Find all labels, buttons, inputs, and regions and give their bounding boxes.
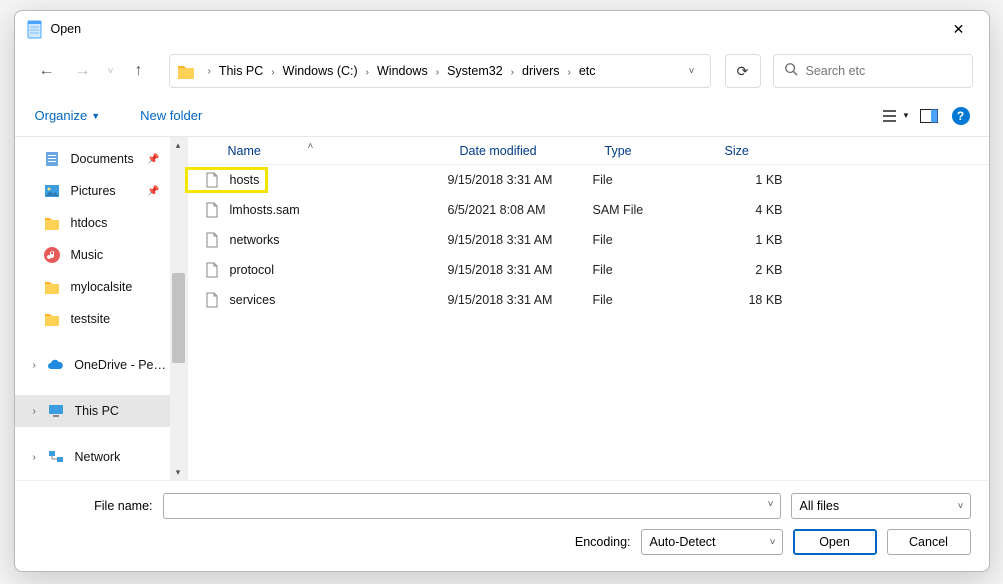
breadcrumb-item[interactable]: Windows bbox=[375, 64, 430, 78]
column-type[interactable]: Type bbox=[593, 144, 713, 158]
open-button[interactable]: Open bbox=[793, 529, 877, 555]
cancel-button[interactable]: Cancel bbox=[887, 529, 971, 555]
titlebar: Open ✕ bbox=[15, 11, 989, 47]
chevron-right-icon[interactable]: › bbox=[505, 67, 520, 78]
column-size[interactable]: Size bbox=[713, 144, 793, 158]
chevron-right-icon[interactable]: › bbox=[562, 67, 577, 78]
search-box[interactable] bbox=[773, 54, 973, 88]
breadcrumb-item[interactable]: This PC bbox=[217, 64, 265, 78]
forward-button[interactable]: → bbox=[67, 55, 99, 87]
file-row[interactable]: networks9/15/2018 3:31 AMFile1 KB bbox=[188, 225, 989, 255]
sidebar-item-network[interactable]: ›Network bbox=[15, 441, 170, 473]
breadcrumb-item[interactable]: drivers bbox=[520, 64, 562, 78]
chevron-down-icon: ▼ bbox=[91, 111, 100, 121]
up-button[interactable]: ↑ bbox=[123, 55, 155, 87]
sort-asc-icon: ˄ bbox=[308, 141, 314, 152]
filename-label: File name: bbox=[94, 499, 152, 513]
chevron-down-icon[interactable]: ˅ bbox=[768, 499, 774, 510]
folder-icon bbox=[176, 61, 196, 81]
scroll-up-icon[interactable]: ▴ bbox=[170, 137, 187, 153]
search-input[interactable] bbox=[806, 64, 967, 78]
sidebar-list: Documents📌Pictures📌htdocsMusicmylocalsit… bbox=[15, 137, 170, 480]
help-button[interactable]: ? bbox=[947, 102, 975, 130]
pin-icon: 📌 bbox=[147, 154, 159, 165]
close-button[interactable]: ✕ bbox=[937, 15, 981, 43]
encoding-select[interactable]: Auto-Detect˅ bbox=[641, 529, 783, 555]
close-icon: ✕ bbox=[953, 21, 965, 38]
sidebar-item[interactable]: mylocalsite bbox=[15, 271, 170, 303]
open-dialog: Open ✕ ← → ˅ ↑ › This PC›Windows (C:)›Wi… bbox=[14, 10, 990, 572]
scroll-down-icon[interactable]: ▾ bbox=[170, 464, 187, 480]
file-row[interactable]: lmhosts.sam6/5/2021 8:08 AMSAM File4 KB bbox=[188, 195, 989, 225]
sidebar-item[interactable]: Pictures📌 bbox=[15, 175, 170, 207]
bottom-panel: File name: ˅ All files˅ Encoding: Auto-D… bbox=[15, 480, 989, 571]
nav-row: ← → ˅ ↑ › This PC›Windows (C:)›Windows›S… bbox=[15, 47, 989, 95]
dialog-body: Documents📌Pictures📌htdocsMusicmylocalsit… bbox=[15, 137, 989, 480]
file-pane: ˄Name Date modified Type Size hosts9/15/… bbox=[188, 137, 989, 480]
toolbar: Organize▼ New folder ▼ ? bbox=[15, 95, 989, 137]
address-bar[interactable]: › This PC›Windows (C:)›Windows›System32›… bbox=[169, 54, 711, 88]
address-dropdown-icon[interactable]: ˅ bbox=[680, 66, 704, 77]
chevron-right-icon[interactable]: › bbox=[430, 67, 445, 78]
recent-chevron-icon[interactable]: ˅ bbox=[103, 55, 119, 87]
view-list-button[interactable]: ▼ bbox=[883, 102, 911, 130]
sidebar-scrollbar[interactable]: ▴ ▾ bbox=[170, 137, 187, 480]
search-icon bbox=[784, 62, 798, 81]
breadcrumbs: This PC›Windows (C:)›Windows›System32›dr… bbox=[217, 62, 598, 80]
column-date[interactable]: Date modified bbox=[448, 144, 593, 158]
sidebar-item[interactable]: testsite bbox=[15, 303, 170, 335]
filename-input[interactable]: ˅ bbox=[163, 493, 781, 519]
chevron-right-icon[interactable]: › bbox=[33, 452, 47, 463]
preview-pane-button[interactable] bbox=[915, 102, 943, 130]
file-row[interactable]: hosts9/15/2018 3:31 AMFile1 KB bbox=[188, 165, 989, 195]
organize-menu[interactable]: Organize▼ bbox=[29, 104, 107, 127]
scroll-thumb[interactable] bbox=[172, 273, 185, 363]
chevron-down-icon: ˅ bbox=[958, 501, 964, 512]
sidebar-item-thispc[interactable]: ›This PC bbox=[15, 395, 170, 427]
chevron-right-icon[interactable]: › bbox=[33, 360, 47, 371]
back-button[interactable]: ← bbox=[31, 55, 63, 87]
dialog-title: Open bbox=[51, 22, 82, 36]
chevron-right-icon[interactable]: › bbox=[202, 66, 217, 77]
column-name[interactable]: ˄Name bbox=[188, 144, 448, 158]
column-headers: ˄Name Date modified Type Size bbox=[188, 137, 989, 165]
chevron-down-icon: ˅ bbox=[770, 537, 776, 548]
breadcrumb-item[interactable]: System32 bbox=[445, 64, 505, 78]
notepad-icon bbox=[25, 19, 43, 39]
breadcrumb-item[interactable]: Windows (C:) bbox=[281, 64, 360, 78]
file-row[interactable]: protocol9/15/2018 3:31 AMFile2 KB bbox=[188, 255, 989, 285]
sidebar: Documents📌Pictures📌htdocsMusicmylocalsit… bbox=[15, 137, 188, 480]
sidebar-item-onedrive[interactable]: ›OneDrive - Perso bbox=[15, 349, 170, 381]
sidebar-item[interactable]: Music bbox=[15, 239, 170, 271]
chevron-right-icon[interactable]: › bbox=[265, 67, 280, 78]
sidebar-item[interactable]: Documents📌 bbox=[15, 143, 170, 175]
file-row[interactable]: services9/15/2018 3:31 AMFile18 KB bbox=[188, 285, 989, 315]
pin-icon: 📌 bbox=[147, 186, 159, 197]
new-folder-button[interactable]: New folder bbox=[134, 104, 208, 127]
chevron-right-icon[interactable]: › bbox=[360, 67, 375, 78]
sidebar-item[interactable]: htdocs bbox=[15, 207, 170, 239]
filter-select[interactable]: All files˅ bbox=[791, 493, 971, 519]
file-list: hosts9/15/2018 3:31 AMFile1 KBlmhosts.sa… bbox=[188, 165, 989, 315]
chevron-right-icon[interactable]: › bbox=[33, 406, 47, 417]
breadcrumb-item[interactable]: etc bbox=[577, 64, 598, 78]
refresh-button[interactable]: ⟳ bbox=[725, 54, 761, 88]
encoding-label: Encoding: bbox=[575, 535, 631, 549]
